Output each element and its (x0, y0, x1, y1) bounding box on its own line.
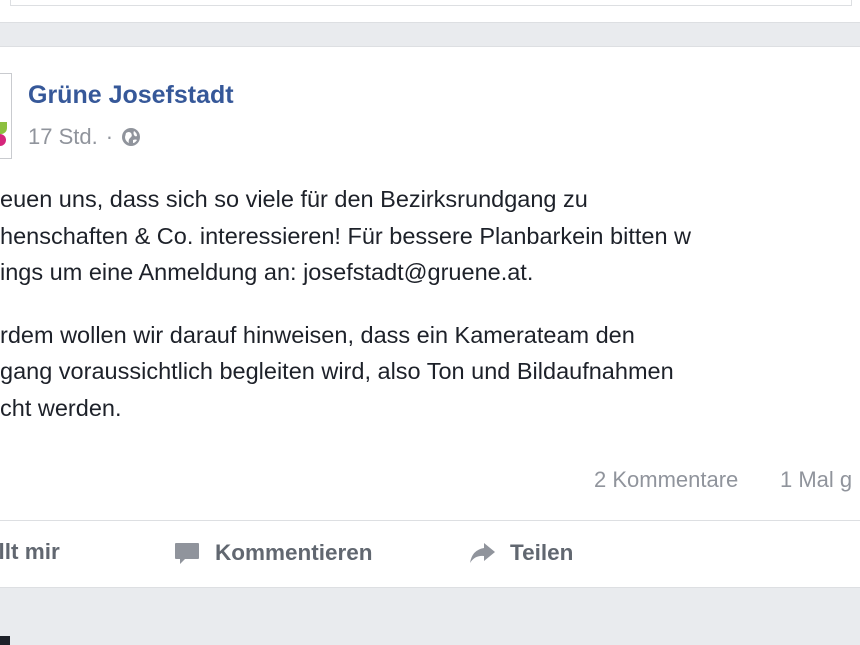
avatar-flower-shape (0, 134, 6, 146)
post-text-line: rdem wollen wir darauf hinweisen, dass e… (0, 321, 635, 348)
post-text-line: ings um eine Anmeldung an: josefstadt@gr… (0, 259, 534, 285)
feed-post: Grüne Josefstadt 17 Std. · euen uns, das… (0, 46, 860, 588)
like-button[interactable]: efällt mir (0, 539, 60, 565)
post-paragraph-2: rdem wollen wir darauf hinweisen, dass e… (0, 317, 860, 427)
post-text-line: henschaften & Co. interessieren! Für bes… (0, 222, 692, 249)
comments-count-link[interactable]: 2 Kommentare (594, 467, 738, 493)
comment-button-label: Kommentieren (215, 540, 373, 565)
previous-post-card (0, 0, 860, 23)
page-avatar[interactable] (0, 73, 12, 159)
post-text-line: euen uns, dass sich so viele für den Bez… (0, 186, 588, 212)
comment-button[interactable]: Kommentieren (173, 539, 373, 567)
post-author-link[interactable]: Grüne Josefstadt (28, 81, 234, 110)
post-meta: 17 Std. · (28, 124, 141, 150)
share-button-label: Teilen (510, 540, 574, 565)
post-text-line: cht werden. (0, 394, 122, 421)
post-timestamp[interactable]: 17 Std. (28, 124, 98, 150)
news-feed: Grüne Josefstadt 17 Std. · euen uns, das… (0, 0, 860, 645)
like-button-label: efällt mir (0, 539, 60, 564)
next-post-edge (0, 636, 10, 645)
avatar-leaf-shape (0, 122, 7, 134)
globe-icon[interactable] (121, 127, 141, 147)
shares-count-link[interactable]: 1 Mal g (780, 467, 852, 493)
post-action-bar: efällt mir Kommentieren Teilen (0, 521, 860, 587)
post-body: euen uns, dass sich so viele für den Bez… (0, 181, 860, 426)
share-arrow-icon (470, 543, 495, 563)
meta-separator: · (105, 124, 114, 149)
post-paragraph-1: euen uns, dass sich so viele für den Bez… (0, 181, 860, 291)
previous-post-footer (10, 0, 852, 6)
comment-icon (175, 543, 199, 564)
share-button[interactable]: Teilen (468, 539, 573, 567)
post-text-line: gang voraussichtlich begleiten wird, als… (0, 358, 674, 384)
